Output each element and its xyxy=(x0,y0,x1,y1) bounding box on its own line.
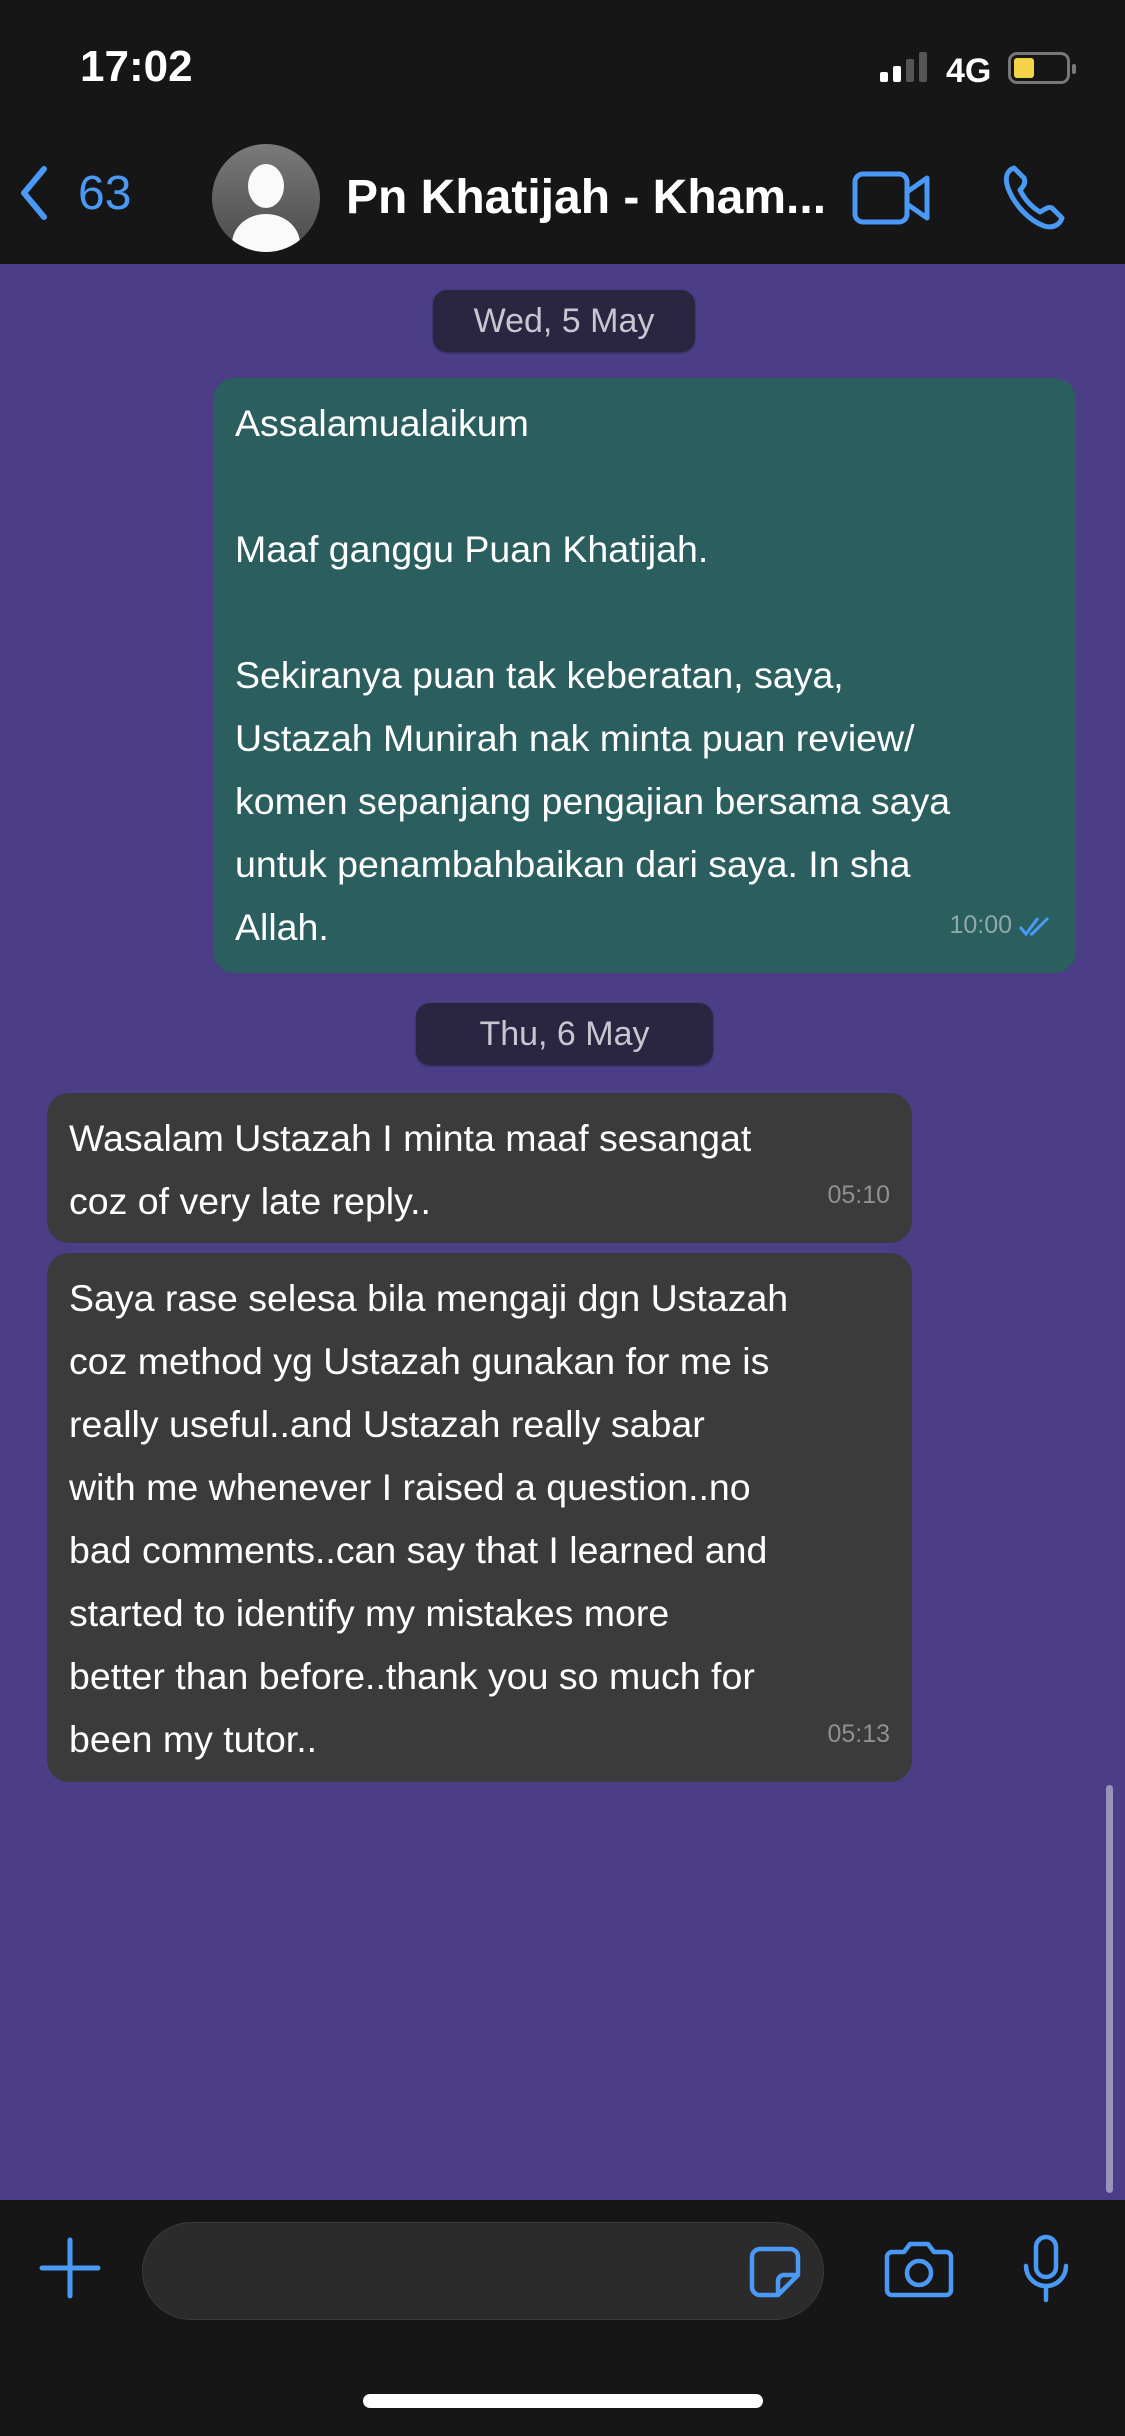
network-type: 4G xyxy=(946,52,992,90)
message-text: Saya rase selesa bila mengaji dgn Ustaza… xyxy=(69,1267,890,1771)
message-text: Assalamualaikum Maaf ganggu Puan Khatijah… xyxy=(235,392,1054,959)
message-line: been my tutor.. xyxy=(69,1718,318,1760)
message-input[interactable] xyxy=(142,2222,824,2320)
voice-message-button[interactable] xyxy=(1022,2234,1070,2309)
message-time: 10:00 xyxy=(949,911,1012,939)
message-line: bad comments..can say that I learned and xyxy=(69,1529,768,1571)
message-line: Maaf ganggu Puan Khatijah. xyxy=(235,528,709,570)
message-line: Sekiranya puan tak keberatan, saya, xyxy=(235,654,844,696)
incoming-message[interactable]: Saya rase selesa bila mengaji dgn Ustaza… xyxy=(47,1253,912,1782)
home-indicator xyxy=(363,2394,763,2408)
voice-call-button[interactable] xyxy=(1002,164,1068,235)
message-line: untuk penambahbaikan dari saya. In sha xyxy=(235,843,911,885)
battery-icon xyxy=(1008,52,1076,84)
signal-icon xyxy=(880,52,927,82)
message-line: komen sepanjang pengajian bersama saya xyxy=(235,780,951,822)
message-line xyxy=(235,455,1054,518)
message-line: better than before..thank you so much fo… xyxy=(69,1655,755,1697)
date-separator: Thu, 6 May xyxy=(416,1003,713,1065)
person-icon xyxy=(232,164,300,252)
camera-button[interactable] xyxy=(884,2238,954,2303)
status-time: 17:02 xyxy=(80,42,193,91)
video-camera-icon xyxy=(852,171,930,225)
double-check-icon xyxy=(1018,916,1050,936)
sticker-button[interactable] xyxy=(748,2245,802,2304)
message-line: really useful..and Ustazah really sabar xyxy=(69,1403,705,1445)
message-time: 05:13 xyxy=(827,1720,890,1748)
scrollbar[interactable] xyxy=(1106,1785,1113,2193)
message-line: Saya rase selesa bila mengaji dgn Ustaza… xyxy=(69,1277,789,1319)
date-separator: Wed, 5 May xyxy=(433,290,695,352)
phone-icon xyxy=(1003,165,1065,230)
message-text: Wasalam Ustazah I minta maaf sesangat coz… xyxy=(69,1107,890,1233)
incoming-message[interactable]: Wasalam Ustazah I minta maaf sesangat coz… xyxy=(47,1093,912,1243)
avatar[interactable] xyxy=(212,144,320,252)
plus-icon xyxy=(39,2237,101,2299)
message-line: Allah. xyxy=(235,906,329,948)
contact-name[interactable]: Pn Khatijah - Kham... xyxy=(346,170,826,225)
message-line xyxy=(235,581,1054,644)
video-call-button[interactable] xyxy=(852,170,932,231)
message-line: started to identify my mistakes more xyxy=(69,1592,670,1634)
back-button[interactable]: 63 xyxy=(18,165,131,221)
outgoing-message[interactable]: Assalamualaikum Maaf ganggu Puan Khatijah… xyxy=(213,378,1076,973)
sticker-icon xyxy=(749,2246,801,2298)
message-meta: 10:00 xyxy=(949,894,1054,957)
camera-icon xyxy=(884,2241,954,2298)
message-line: coz method yg Ustazah gunakan for me is xyxy=(69,1340,770,1382)
unread-count: 63 xyxy=(78,166,132,220)
message-time: 05:10 xyxy=(827,1181,890,1209)
chevron-left-icon xyxy=(21,166,47,220)
microphone-icon xyxy=(1023,2234,1069,2303)
message-line: with me whenever I raised a question..no xyxy=(69,1466,751,1508)
message-line: coz of very late reply.. xyxy=(69,1180,431,1222)
message-line: Ustazah Munirah nak minta puan review/ xyxy=(235,717,915,759)
attach-button[interactable] xyxy=(38,2236,102,2305)
message-line: Assalamualaikum xyxy=(235,402,529,444)
message-line: Wasalam Ustazah I minta maaf sesangat xyxy=(69,1117,752,1159)
